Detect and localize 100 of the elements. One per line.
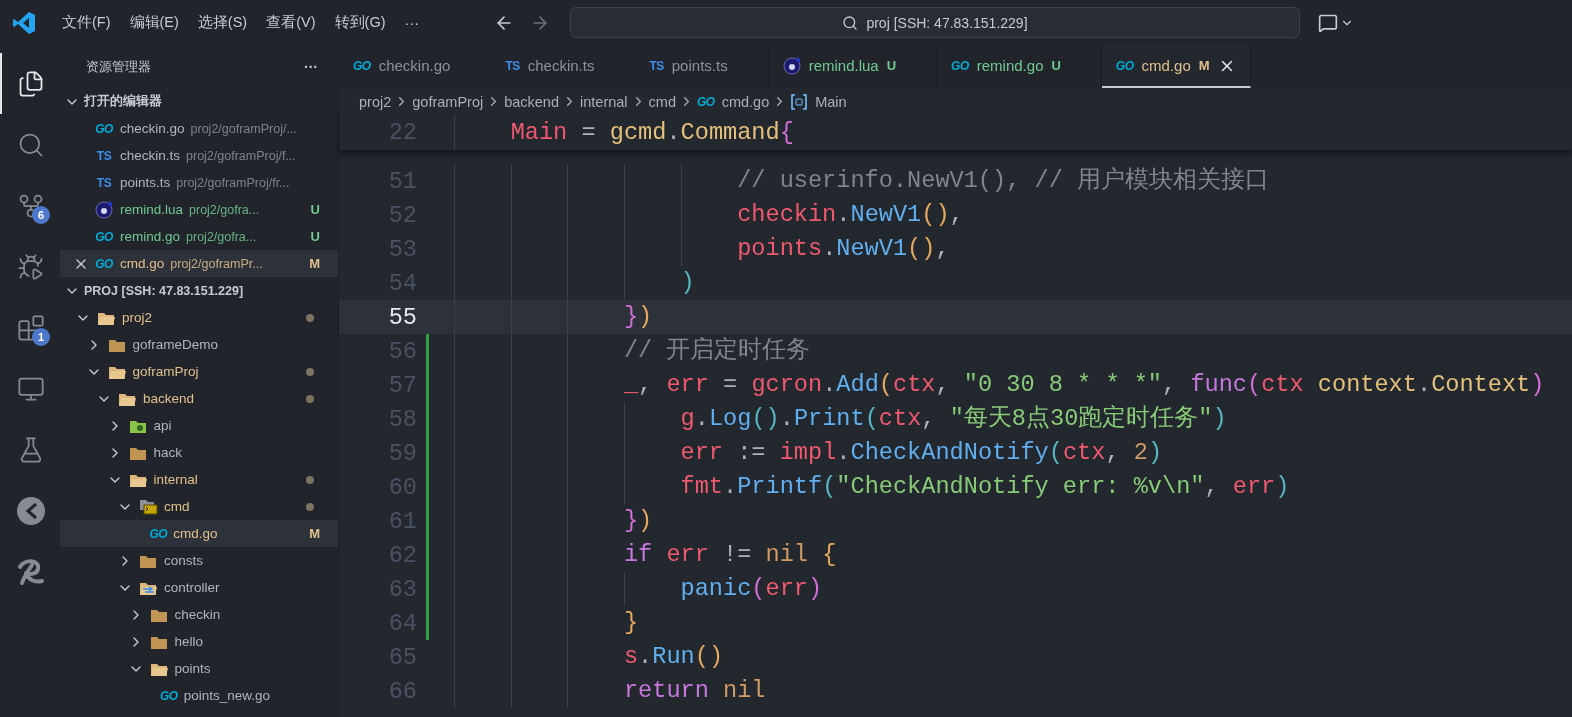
code-line: panic(err): [679, 574, 823, 604]
ts-file-icon: TS: [505, 58, 520, 73]
git-status: M: [309, 526, 320, 541]
app-logo[interactable]: [12, 10, 36, 35]
extensions-icon[interactable]: [17, 313, 45, 342]
file-name[interactable]: points_new.go: [183, 688, 270, 703]
file-name[interactable]: remind.go: [120, 229, 181, 244]
file-name[interactable]: checkin.ts: [120, 148, 181, 163]
code-line: g.Log().Print(ctx, "每天8点30跑定时任务"): [679, 404, 1227, 434]
code-line: // 开启定时任务: [622, 336, 811, 366]
go-file-icon: GO: [951, 58, 969, 73]
breadcrumb-item[interactable]: backend: [504, 93, 559, 110]
file-name[interactable]: remind.lua: [120, 202, 184, 217]
go-file-icon: GO: [353, 58, 371, 73]
git-status: M: [309, 256, 320, 271]
file-path: proj2/gofra...: [186, 229, 258, 244]
go-file-icon: GO: [95, 256, 113, 271]
run-debug-icon[interactable]: [17, 252, 45, 281]
modified-dot: [306, 475, 314, 484]
folder-name[interactable]: proj2: [122, 310, 153, 325]
breadcrumb-item[interactable]: cmd: [648, 93, 676, 110]
editor-tab[interactable]: GO cmd.go M: [1101, 45, 1251, 88]
file-path: proj2/gofra...: [189, 202, 261, 217]
go-file-icon: GO: [160, 688, 178, 703]
modified-dot: [306, 502, 314, 511]
code-line: }: [622, 608, 639, 638]
code-line: fmt.Printf("CheckAndNotify err: %v\n", err): [679, 472, 1290, 502]
code-line: // userinfo.NewV1(), // 用户模块相关接口: [736, 166, 1269, 196]
menu-item[interactable]: 选择(S): [189, 9, 256, 36]
file-path: proj2/goframProj/...: [190, 121, 298, 136]
git-status: U: [310, 202, 320, 217]
menu-item[interactable]: 文件(F): [54, 9, 119, 36]
terminal-folder-icon: [139, 498, 158, 515]
breadcrumb-item[interactable]: Main: [815, 93, 847, 110]
menu-item[interactable]: ···: [396, 10, 427, 35]
modified-dot: [306, 394, 314, 403]
breadcrumb-item[interactable]: goframProj: [412, 93, 484, 110]
folder-name[interactable]: internal: [153, 472, 198, 487]
breadcrumb-item[interactable]: internal: [580, 93, 628, 110]
folder-name[interactable]: api: [153, 418, 172, 433]
code-line: }): [622, 506, 653, 536]
sidebar-title: 资源管理器: [86, 57, 151, 76]
file-path: proj2/goframProj/f...: [186, 148, 297, 163]
go-file-icon: GO: [696, 94, 715, 109]
code-line: _, err = gcron.Add(ctx, "0 30 8 * * *", func(ctx context.Context): [622, 370, 1545, 400]
file-name[interactable]: cmd.go: [173, 526, 218, 541]
disc-icon[interactable]: [16, 495, 46, 526]
folder-name[interactable]: controller: [164, 580, 220, 595]
ts-file-icon: TS: [96, 175, 112, 190]
git-status: U: [310, 229, 320, 244]
count-badge: 1: [32, 328, 50, 346]
moon-file-icon: [95, 200, 113, 219]
file-name[interactable]: checkin.go: [120, 121, 185, 136]
file-path: proj2/goframProj/fr...: [176, 175, 291, 190]
search-icon: [842, 14, 859, 31]
go-file-icon: GO: [1115, 58, 1134, 73]
modified-dot: [306, 313, 314, 322]
breadcrumb-item[interactable]: proj2: [359, 93, 392, 110]
swirl-icon[interactable]: [16, 556, 46, 587]
folder-name[interactable]: consts: [164, 553, 204, 568]
code-line: err := impl.CheckAndNotify(ctx, 2): [679, 438, 1163, 468]
ts-file-icon: TS: [649, 58, 664, 73]
code-line: s.Run(): [622, 642, 724, 672]
go-file-icon: GO: [95, 229, 113, 244]
file-name[interactable]: cmd.go: [120, 256, 165, 271]
moon-file-icon: [782, 56, 801, 75]
file-name[interactable]: points.ts: [120, 175, 171, 190]
menu-item[interactable]: 查看(V): [258, 9, 324, 36]
menu-item[interactable]: 转到(G): [326, 9, 394, 36]
command-center[interactable]: proj [SSH: 47.83.151.229]: [570, 7, 1300, 38]
files-icon[interactable]: [17, 69, 45, 98]
folder-name[interactable]: cmd: [164, 499, 190, 514]
folder-name[interactable]: goframeDemo: [132, 337, 219, 352]
code-line: Main = gcmd.Command{: [509, 117, 794, 148]
code-line: if err != nil {: [622, 540, 837, 570]
code-line: }): [622, 302, 653, 332]
count-badge: 6: [32, 206, 50, 224]
folder-name[interactable]: hello: [174, 634, 204, 649]
folder-name[interactable]: goframProj: [132, 364, 199, 379]
section-title[interactable]: PROJ [SSH: 47.83.151.229]: [84, 283, 244, 298]
line-number: 55: [387, 303, 417, 331]
code-line: return nil: [622, 676, 766, 706]
code-line: points.NewV1(),: [736, 234, 950, 264]
code-line: ): [679, 268, 695, 298]
menu-item[interactable]: 编辑(E): [121, 9, 187, 36]
command-center-text: proj [SSH: 47.83.151.229]: [866, 14, 1028, 31]
more-actions[interactable]: ···: [304, 58, 318, 75]
go-file-icon: GO: [149, 526, 168, 541]
breadcrumb-item[interactable]: cmd.go: [721, 93, 770, 110]
braces-symbol-icon: [790, 92, 809, 111]
section-title[interactable]: 打开的编辑器: [84, 93, 162, 110]
folder-name[interactable]: backend: [143, 391, 195, 406]
modified-dot: [306, 367, 314, 376]
folder-name[interactable]: hack: [153, 445, 183, 460]
folder-name[interactable]: points: [174, 661, 211, 676]
folder-name[interactable]: checkin: [174, 607, 221, 622]
ts-file-icon: TS: [96, 148, 112, 163]
go-file-icon: GO: [95, 121, 113, 136]
chat-icon[interactable]: [1318, 12, 1338, 33]
code-line: checkin.NewV1(),: [736, 200, 964, 230]
